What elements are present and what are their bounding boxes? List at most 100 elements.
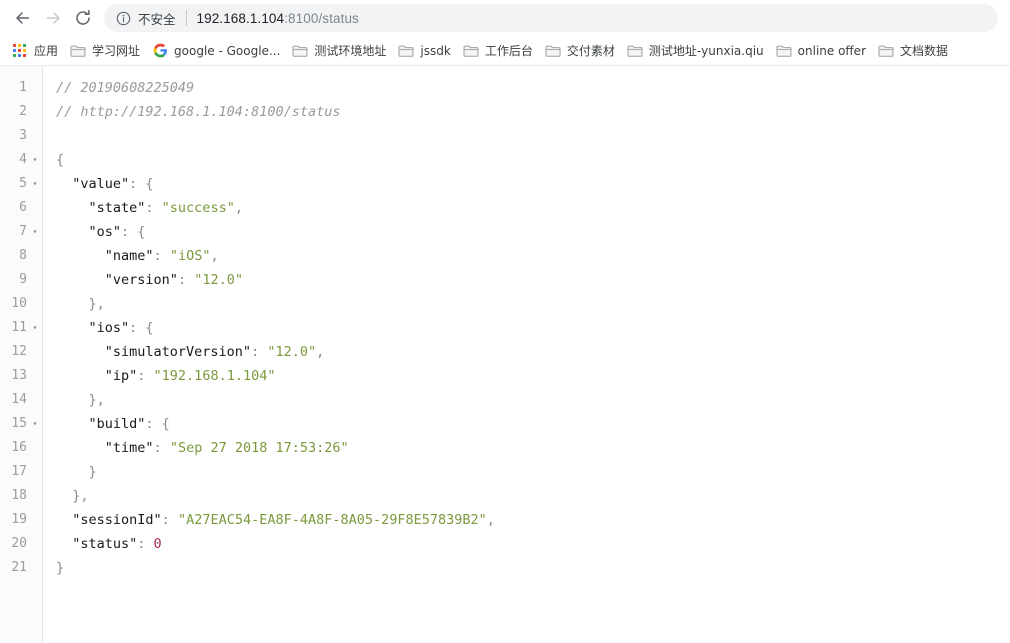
line-number: 7 [19, 224, 27, 239]
fold-toggle-icon[interactable]: ▾ [27, 316, 43, 340]
line-number: 2 [19, 104, 27, 119]
code-line: 2 // http://192.168.1.104:8100/status [0, 100, 1010, 124]
token-punct: { [145, 320, 154, 336]
bookmark-label: 测试地址-yunxia.qiu [648, 44, 764, 58]
token-key: "os" [56, 224, 122, 240]
bookmark-folder-online-offer[interactable]: online offer [770, 39, 872, 63]
browser-chrome: 不安全 192.168.1.104:8100/status 应用 学习网址 go… [0, 0, 1010, 66]
token-colon: : [137, 368, 154, 384]
code-text: } [43, 460, 1010, 484]
line-number: 13 [11, 368, 27, 383]
forward-button[interactable] [38, 3, 68, 33]
info-circle-icon[interactable] [116, 11, 131, 26]
token-key: "state" [56, 200, 146, 216]
fold-toggle-icon[interactable]: ▾ [27, 172, 43, 196]
bookmark-folder-work-backend[interactable]: 工作后台 [457, 39, 539, 63]
code-line: 5 ▾ "value": { [0, 172, 1010, 196]
token-colon: : [177, 272, 195, 288]
token-key: "ip" [56, 368, 138, 384]
token-punct: }, [56, 296, 105, 312]
token-colon: : [145, 200, 162, 216]
line-number: 8 [19, 248, 27, 263]
code-text: "os": { [43, 220, 1010, 244]
token-punct: { [145, 176, 154, 192]
token-key: "status" [56, 536, 138, 552]
fold-toggle-icon[interactable]: ▾ [27, 220, 43, 244]
bookmark-folder-doc-data[interactable]: 文档数据 [872, 39, 954, 63]
code-line: 21} [0, 556, 1010, 580]
code-text: "ios": { [43, 316, 1010, 340]
bookmark-folder-jssdk[interactable]: jssdk [392, 39, 456, 63]
token-colon: : [137, 536, 154, 552]
line-number: 11 [11, 320, 27, 335]
url-path: :8100/status [284, 10, 359, 26]
reload-icon [76, 9, 90, 25]
token-colon: : [129, 176, 146, 192]
code-text: }, [43, 484, 1010, 508]
code-text: "status": 0 [43, 532, 1010, 556]
line-number: 19 [11, 512, 27, 527]
token-colon: : [129, 320, 146, 336]
token-punct: , [210, 248, 219, 264]
fold-toggle-icon[interactable]: ▾ [27, 412, 43, 436]
security-status-label: 不安全 [138, 11, 176, 27]
code-text: "state": "success", [43, 196, 1010, 220]
bookmark-folder-test-env[interactable]: 测试环境地址 [286, 39, 392, 63]
code-text: "sessionId": "A27EAC54-EA8F-4A8F-8A05-29… [43, 508, 1010, 532]
code-line: 1 // 20190608225049 [0, 76, 1010, 100]
bookmark-folder-test-addr-yunxia[interactable]: 测试地址-yunxia.qiu [621, 39, 770, 63]
line-number: 4 [19, 152, 27, 167]
code-lines-container: 1 // 20190608225049 2 // http://192.168.1.1… [0, 76, 1010, 580]
token-punct: , [486, 512, 495, 528]
token-key: "value" [56, 176, 130, 192]
line-number: 6 [19, 200, 27, 215]
token-key: "ios" [56, 320, 130, 336]
bookmark-apps[interactable]: 应用 [6, 39, 64, 63]
token-key: "name" [56, 248, 154, 264]
token-string: "A27EAC54-EA8F-4A8F-8A05-29F8E57839B2" [177, 512, 487, 528]
bookmark-label: 测试环境地址 [314, 44, 387, 58]
fold-toggle-icon[interactable]: ▾ [27, 148, 43, 172]
arrow-right-icon [46, 12, 60, 24]
bookmark-label: jssdk [420, 43, 451, 58]
code-line: 13 "ip": "192.168.1.104" [0, 364, 1010, 388]
line-number: 15 [11, 416, 27, 431]
token-colon: : [145, 416, 162, 432]
bookmark-folder-study[interactable]: 学习网址 [64, 39, 146, 63]
json-response-viewer[interactable]: 1 // 20190608225049 2 // http://192.168.1.1… [0, 66, 1010, 642]
line-number: 10 [11, 296, 27, 311]
address-bar[interactable]: 不安全 192.168.1.104:8100/status [104, 4, 998, 32]
code-line: 4 ▾ { [0, 148, 1010, 172]
code-line: 12 "simulatorVersion": "12.0", [0, 340, 1010, 364]
token-punct: { [56, 152, 65, 168]
line-number: 12 [11, 344, 27, 359]
token-punct: , [316, 344, 325, 360]
token-key: "build" [56, 416, 146, 432]
line-number: 3 [19, 128, 27, 143]
code-line: 16 "time": "Sep 27 2018 17:53:26" [0, 436, 1010, 460]
line-number: 17 [11, 464, 27, 479]
token-string: "Sep 27 2018 17:53:26" [169, 440, 349, 456]
line-number: 16 [11, 440, 27, 455]
back-button[interactable] [8, 3, 38, 33]
omnibox-divider [185, 10, 187, 26]
code-line: 7 ▾ "os": { [0, 220, 1010, 244]
token-punct: { [161, 416, 170, 432]
code-text: "simulatorVersion": "12.0", [43, 340, 1010, 364]
arrow-left-icon [16, 12, 30, 24]
code-line: 17 } [0, 460, 1010, 484]
token-string: "12.0" [194, 272, 243, 288]
code-text: "time": "Sep 27 2018 17:53:26" [43, 436, 1010, 460]
token-punct: }, [56, 488, 89, 504]
folder-icon [878, 43, 894, 59]
url-host: 192.168.1.104 [196, 10, 285, 26]
token-string: "success" [161, 200, 235, 216]
line-number: 18 [11, 488, 27, 503]
reload-button[interactable] [68, 3, 98, 33]
token-punct: }, [56, 392, 105, 408]
bookmark-label: google - Google... [174, 43, 281, 58]
code-text: // http://192.168.1.104:8100/status [43, 100, 1010, 124]
bookmark-google[interactable]: google - Google... [146, 39, 286, 63]
bookmark-folder-delivery-assets[interactable]: 交付素材 [539, 39, 621, 63]
code-line: 14 }, [0, 388, 1010, 412]
